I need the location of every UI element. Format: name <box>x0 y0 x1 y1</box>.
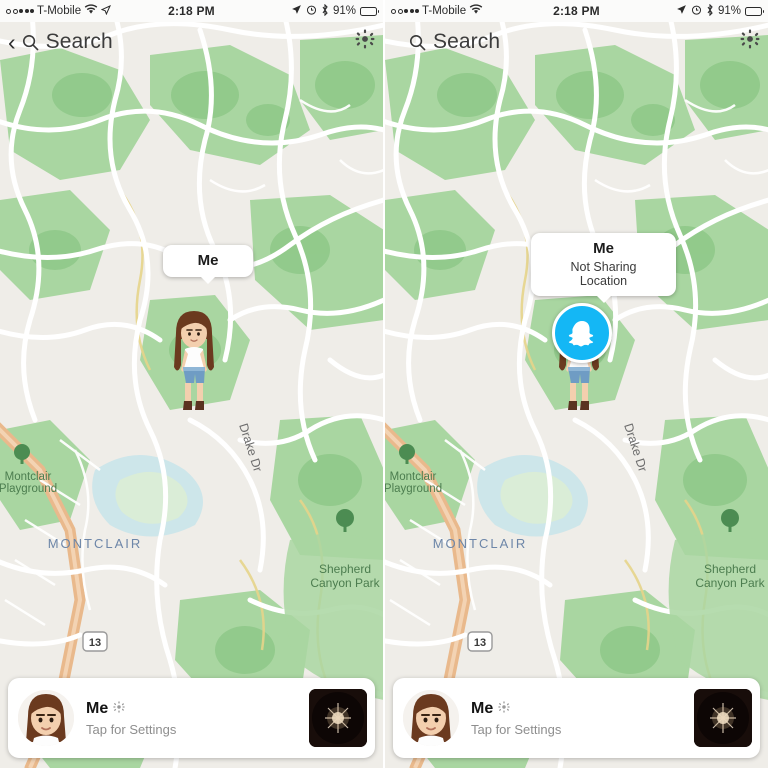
svg-text:13: 13 <box>474 637 486 649</box>
wifi-icon <box>84 4 98 18</box>
avatar[interactable] <box>18 690 74 746</box>
profile-text: Me Tap for Settings <box>86 700 309 737</box>
svg-text:Shepherd: Shepherd <box>319 562 371 576</box>
search-input[interactable]: Search <box>433 30 500 54</box>
profile-text: Me Tap for Settings <box>471 700 694 737</box>
svg-text:Montclair: Montclair <box>5 471 52 483</box>
top-bar: ‹ Search <box>0 22 383 62</box>
avatar[interactable] <box>403 690 459 746</box>
location-arrow-icon <box>676 4 687 18</box>
callout-title: Me <box>197 252 219 269</box>
svg-text:Canyon Park: Canyon Park <box>310 576 380 590</box>
profile-subtitle: Tap for Settings <box>471 721 562 737</box>
screen-right: 13 Drake Dr Montclair Playground MONTCLA… <box>383 0 768 768</box>
bluetooth-icon <box>706 3 714 19</box>
battery-icon <box>745 6 764 16</box>
story-thumbnail[interactable] <box>694 689 752 747</box>
status-bar: T-Mobile 2:18 PM 91% <box>385 0 768 22</box>
search-input[interactable]: Search <box>46 30 113 54</box>
callout-subtitle: Not Sharing Location <box>570 260 637 289</box>
screenshot-comparison: 13 Drake Dr Montclair Playground MONTCLA… <box>0 0 768 768</box>
status-bar: T-Mobile 2:18 PM 91% <box>0 0 383 22</box>
profile-name: Me <box>471 700 694 718</box>
alarm-clock-icon <box>306 4 317 18</box>
screen-left: 13 Drake Dr Montclair Playground MONTCLA… <box>0 0 383 768</box>
svg-text:MONTCLAIR: MONTCLAIR <box>48 536 143 551</box>
profile-name-label: Me <box>86 699 109 717</box>
search-icon[interactable] <box>22 34 39 51</box>
gear-icon[interactable] <box>498 701 510 716</box>
profile-name: Me <box>86 700 309 718</box>
signal-strength-icon <box>391 8 419 14</box>
carrier-label: T-Mobile <box>37 5 82 17</box>
map-callout-bubble[interactable]: Me <box>163 245 253 278</box>
search-icon[interactable] <box>409 34 426 51</box>
top-bar: Search <box>385 22 768 62</box>
carrier-label: T-Mobile <box>422 5 467 17</box>
gear-icon[interactable] <box>355 29 375 55</box>
battery-icon <box>360 6 379 16</box>
svg-text:MONTCLAIR: MONTCLAIR <box>433 536 528 551</box>
bottom-profile-card[interactable]: Me Tap for Settings <box>8 678 375 758</box>
gear-icon[interactable] <box>113 701 125 716</box>
svg-text:Montclair: Montclair <box>390 471 437 483</box>
location-arrow-icon <box>291 4 302 18</box>
bluetooth-icon <box>321 3 329 19</box>
gear-icon[interactable] <box>740 29 760 55</box>
alarm-clock-icon <box>691 4 702 18</box>
snapchat-ghost-icon[interactable] <box>552 303 612 363</box>
bottom-profile-card[interactable]: Me Tap for Settings <box>393 678 760 758</box>
location-arrow-icon <box>100 4 112 18</box>
profile-subtitle: Tap for Settings <box>86 721 177 737</box>
bitmoji-avatar[interactable] <box>163 305 225 425</box>
battery-percent-label: 91% <box>717 5 741 17</box>
svg-text:Canyon Park: Canyon Park <box>695 576 765 590</box>
story-thumbnail[interactable] <box>309 689 367 747</box>
battery-percent-label: 91% <box>332 5 356 17</box>
svg-text:Shepherd: Shepherd <box>704 562 756 576</box>
svg-text:Playground: Playground <box>385 483 442 495</box>
wifi-icon <box>469 4 483 18</box>
signal-strength-icon <box>6 8 34 14</box>
svg-text:Playground: Playground <box>0 483 57 495</box>
profile-name-label: Me <box>471 699 494 717</box>
callout-title: Me <box>593 240 614 257</box>
back-chevron-icon[interactable]: ‹ <box>8 30 16 54</box>
svg-text:13: 13 <box>89 637 101 649</box>
map-callout-bubble[interactable]: Me Not Sharing Location <box>531 233 676 297</box>
